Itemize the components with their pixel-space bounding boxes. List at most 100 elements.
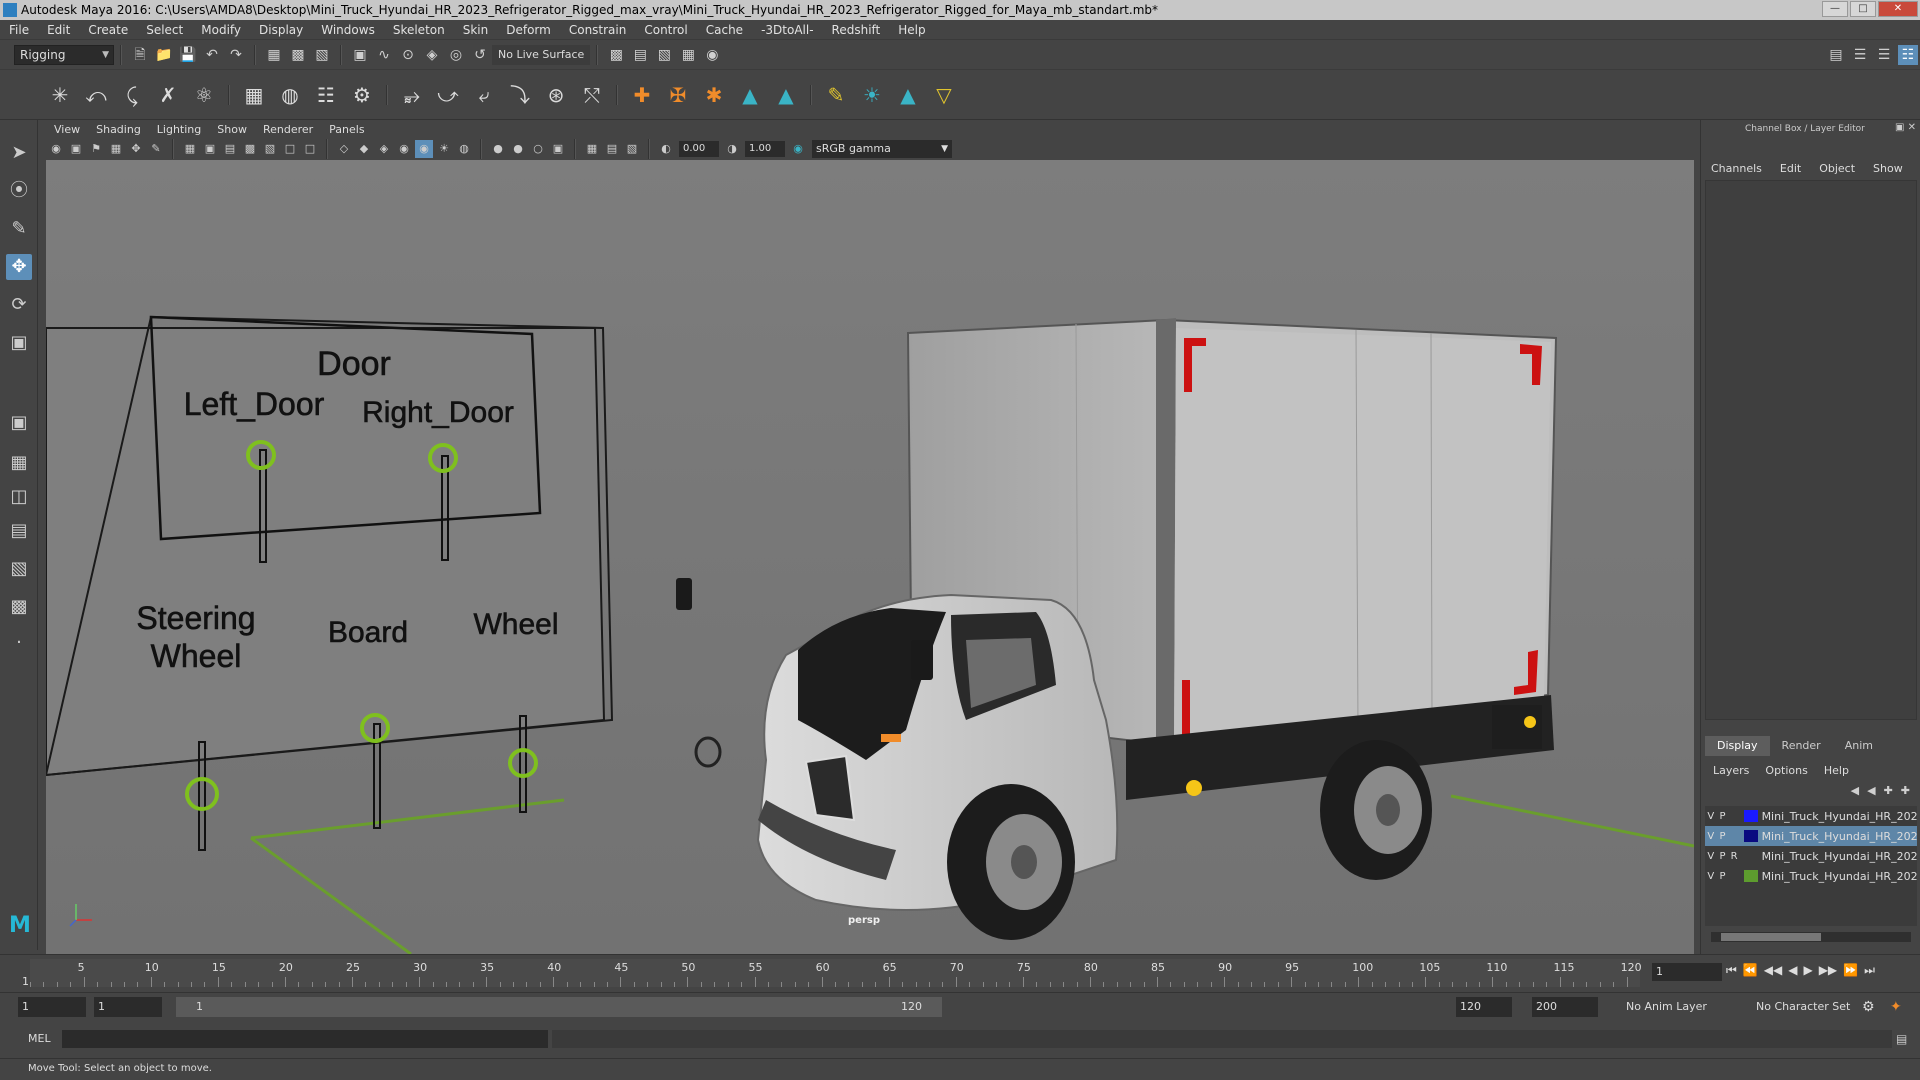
panel-window-controls[interactable]: ▣ ✕ bbox=[1895, 122, 1916, 133]
auto-key-icon[interactable]: ⚙ bbox=[1862, 997, 1875, 1017]
camera-attr-icon[interactable]: ▣ bbox=[67, 140, 85, 158]
persp-graph-icon[interactable]: ▤ bbox=[6, 518, 32, 544]
scale-tool-icon[interactable]: ▣ bbox=[6, 330, 32, 356]
locator-icon[interactable]: ✚ bbox=[624, 77, 660, 113]
move-layer-up-icon[interactable]: ◀ bbox=[1851, 784, 1859, 797]
close-button[interactable]: ✕ bbox=[1878, 1, 1918, 17]
tab-display-layers[interactable]: Display bbox=[1705, 736, 1770, 756]
mesh-icon-b[interactable]: ▲ bbox=[768, 77, 804, 113]
menu-3dtoall[interactable]: -3DtoAll- bbox=[752, 23, 822, 37]
layer-color-swatch[interactable] bbox=[1743, 810, 1758, 822]
use-lights-icon[interactable]: ◉ bbox=[415, 140, 433, 158]
layer-color-swatch[interactable] bbox=[1743, 870, 1758, 882]
minimize-button[interactable]: — bbox=[1822, 1, 1848, 17]
smooth-shade-icon[interactable]: ◆ bbox=[355, 140, 373, 158]
new-layer-icon[interactable]: ✚ bbox=[1884, 784, 1893, 797]
live-surface-label[interactable]: No Live Surface bbox=[492, 44, 591, 65]
human-ik-icon[interactable]: ✠ bbox=[660, 77, 696, 113]
depth-of-field-icon[interactable]: ○ bbox=[529, 140, 547, 158]
menu-layers[interactable]: Layers bbox=[1713, 764, 1749, 777]
anti-alias-icon[interactable]: ● bbox=[509, 140, 527, 158]
film-gate-icon[interactable]: ▣ bbox=[201, 140, 219, 158]
menu-options[interactable]: Options bbox=[1765, 764, 1807, 777]
xray-components-icon[interactable]: ▧ bbox=[623, 140, 641, 158]
isolate-select-icon[interactable]: ▣ bbox=[549, 140, 567, 158]
current-frame-field[interactable]: 1 bbox=[1652, 963, 1722, 981]
scrollbar-thumb[interactable] bbox=[1721, 933, 1821, 941]
go-to-start-icon[interactable]: ⏮ bbox=[1726, 963, 1737, 978]
menu-create[interactable]: Create bbox=[79, 23, 137, 37]
new-scene-icon[interactable]: 🗎 bbox=[130, 45, 150, 65]
move-layer-down-icon[interactable]: ◀ bbox=[1867, 784, 1875, 797]
joint-tool-icon[interactable]: ✳ bbox=[42, 77, 78, 113]
snap-curve-icon[interactable]: ∿ bbox=[374, 45, 394, 65]
wire-on-shaded-icon[interactable]: ◈ bbox=[375, 140, 393, 158]
field-chart-icon[interactable]: ▧ bbox=[261, 140, 279, 158]
rotate-tool-icon[interactable]: ⟳ bbox=[6, 292, 32, 318]
layer-row[interactable]: V P R Mini_Truck_Hyundai_HR_2023 bbox=[1705, 846, 1917, 866]
time-slider-track[interactable]: 1 5 10 15 20 25 30 35 40 45 50 55 60 65 70 75 80 85 90 95 1… bbox=[22, 959, 1642, 988]
viewport-menu-lighting[interactable]: Lighting bbox=[149, 123, 209, 136]
menu-control[interactable]: Control bbox=[635, 23, 696, 37]
menu-file[interactable]: File bbox=[0, 23, 38, 37]
snap-live-icon[interactable]: ↺ bbox=[470, 45, 490, 65]
resolution-gate-icon[interactable]: ▤ bbox=[221, 140, 239, 158]
quick-rig-icon[interactable]: ✱ bbox=[696, 77, 732, 113]
menu-cache[interactable]: Cache bbox=[697, 23, 752, 37]
menu-modify[interactable]: Modify bbox=[192, 23, 250, 37]
redshift-render-icon[interactable]: ✎ bbox=[818, 77, 854, 113]
menu-show[interactable]: Show bbox=[1873, 162, 1903, 175]
layer-color-swatch[interactable] bbox=[1743, 830, 1758, 842]
grid-icon[interactable]: ▦ bbox=[181, 140, 199, 158]
safe-title-icon[interactable]: □ bbox=[301, 140, 319, 158]
open-scene-icon[interactable]: 📁 bbox=[154, 45, 174, 65]
lasso-tool-icon[interactable]: ⦿ bbox=[6, 178, 32, 204]
hypershade-persp-icon[interactable]: ▧ bbox=[6, 556, 32, 582]
move-tool-icon[interactable]: ✥ bbox=[6, 254, 32, 280]
camera-select-icon[interactable]: ◉ bbox=[47, 140, 65, 158]
script-editor-icon[interactable]: ▤ bbox=[1896, 1032, 1907, 1046]
render-settings-icon[interactable]: ▦ bbox=[678, 45, 698, 65]
wireframe-icon[interactable]: ◇ bbox=[335, 140, 353, 158]
xray-joints-icon[interactable]: ▤ bbox=[603, 140, 621, 158]
menu-edit[interactable]: Edit bbox=[38, 23, 79, 37]
menu-help[interactable]: Help bbox=[889, 23, 934, 37]
parent-constraint-icon[interactable]: ⊛ bbox=[538, 77, 574, 113]
textured-icon[interactable]: ◉ bbox=[395, 140, 413, 158]
go-to-end-icon[interactable]: ⏭ bbox=[1864, 963, 1875, 978]
channel-box-icon[interactable]: ☷ bbox=[1898, 44, 1918, 65]
script-language-label[interactable]: MEL bbox=[28, 1032, 51, 1045]
sculpt-icon[interactable]: ⚙ bbox=[344, 77, 380, 113]
scale-constraint-icon[interactable]: ⤵ bbox=[502, 77, 538, 113]
view-transform-select[interactable]: sRGB gamma ▼ bbox=[812, 140, 952, 158]
playback-end-field[interactable]: 120 bbox=[1456, 997, 1512, 1017]
viewport-menu-view[interactable]: View bbox=[46, 123, 88, 136]
layer-playback[interactable]: P bbox=[1717, 871, 1729, 882]
four-view-icon[interactable]: ▦ bbox=[6, 450, 32, 476]
ipr-render-icon[interactable]: ▧ bbox=[654, 45, 674, 65]
ik-spline-icon[interactable]: ⤹ bbox=[114, 77, 150, 113]
select-component-icon[interactable]: ▧ bbox=[312, 45, 332, 65]
animation-start-field[interactable]: 1 bbox=[18, 997, 86, 1017]
layer-row[interactable]: V P Mini_Truck_Hyundai_HR_2023 bbox=[1705, 826, 1917, 846]
render-view-icon[interactable]: ▩ bbox=[606, 45, 626, 65]
layer-scrollbar[interactable] bbox=[1711, 932, 1911, 942]
step-back-frame-icon[interactable]: ◀◀ bbox=[1764, 963, 1782, 978]
redshift-camera-icon[interactable]: ▽ bbox=[926, 77, 962, 113]
grease-pencil-icon[interactable]: ✎ bbox=[147, 140, 165, 158]
menu-deform[interactable]: Deform bbox=[497, 23, 560, 37]
paint-select-icon[interactable]: ✎ bbox=[6, 216, 32, 242]
ambient-occlusion-icon[interactable]: ◍ bbox=[455, 140, 473, 158]
persp-outliner-icon[interactable]: ◫ bbox=[6, 484, 32, 510]
layer-display-type[interactable]: R bbox=[1728, 851, 1740, 862]
wrap-icon[interactable]: ☷ bbox=[308, 77, 344, 113]
step-forward-key-icon[interactable]: ⏩ bbox=[1843, 963, 1858, 978]
snap-point-icon[interactable]: ⊙ bbox=[398, 45, 418, 65]
bookmark-icon[interactable]: ⚑ bbox=[87, 140, 105, 158]
redo-icon[interactable]: ↷ bbox=[226, 45, 246, 65]
layer-playback[interactable]: P bbox=[1717, 811, 1729, 822]
animation-end-field[interactable]: 200 bbox=[1532, 997, 1598, 1017]
exposure-field[interactable]: 0.00 bbox=[679, 141, 719, 157]
select-object-icon[interactable]: ▩ bbox=[288, 45, 308, 65]
menu-edit-channels[interactable]: Edit bbox=[1780, 162, 1801, 175]
